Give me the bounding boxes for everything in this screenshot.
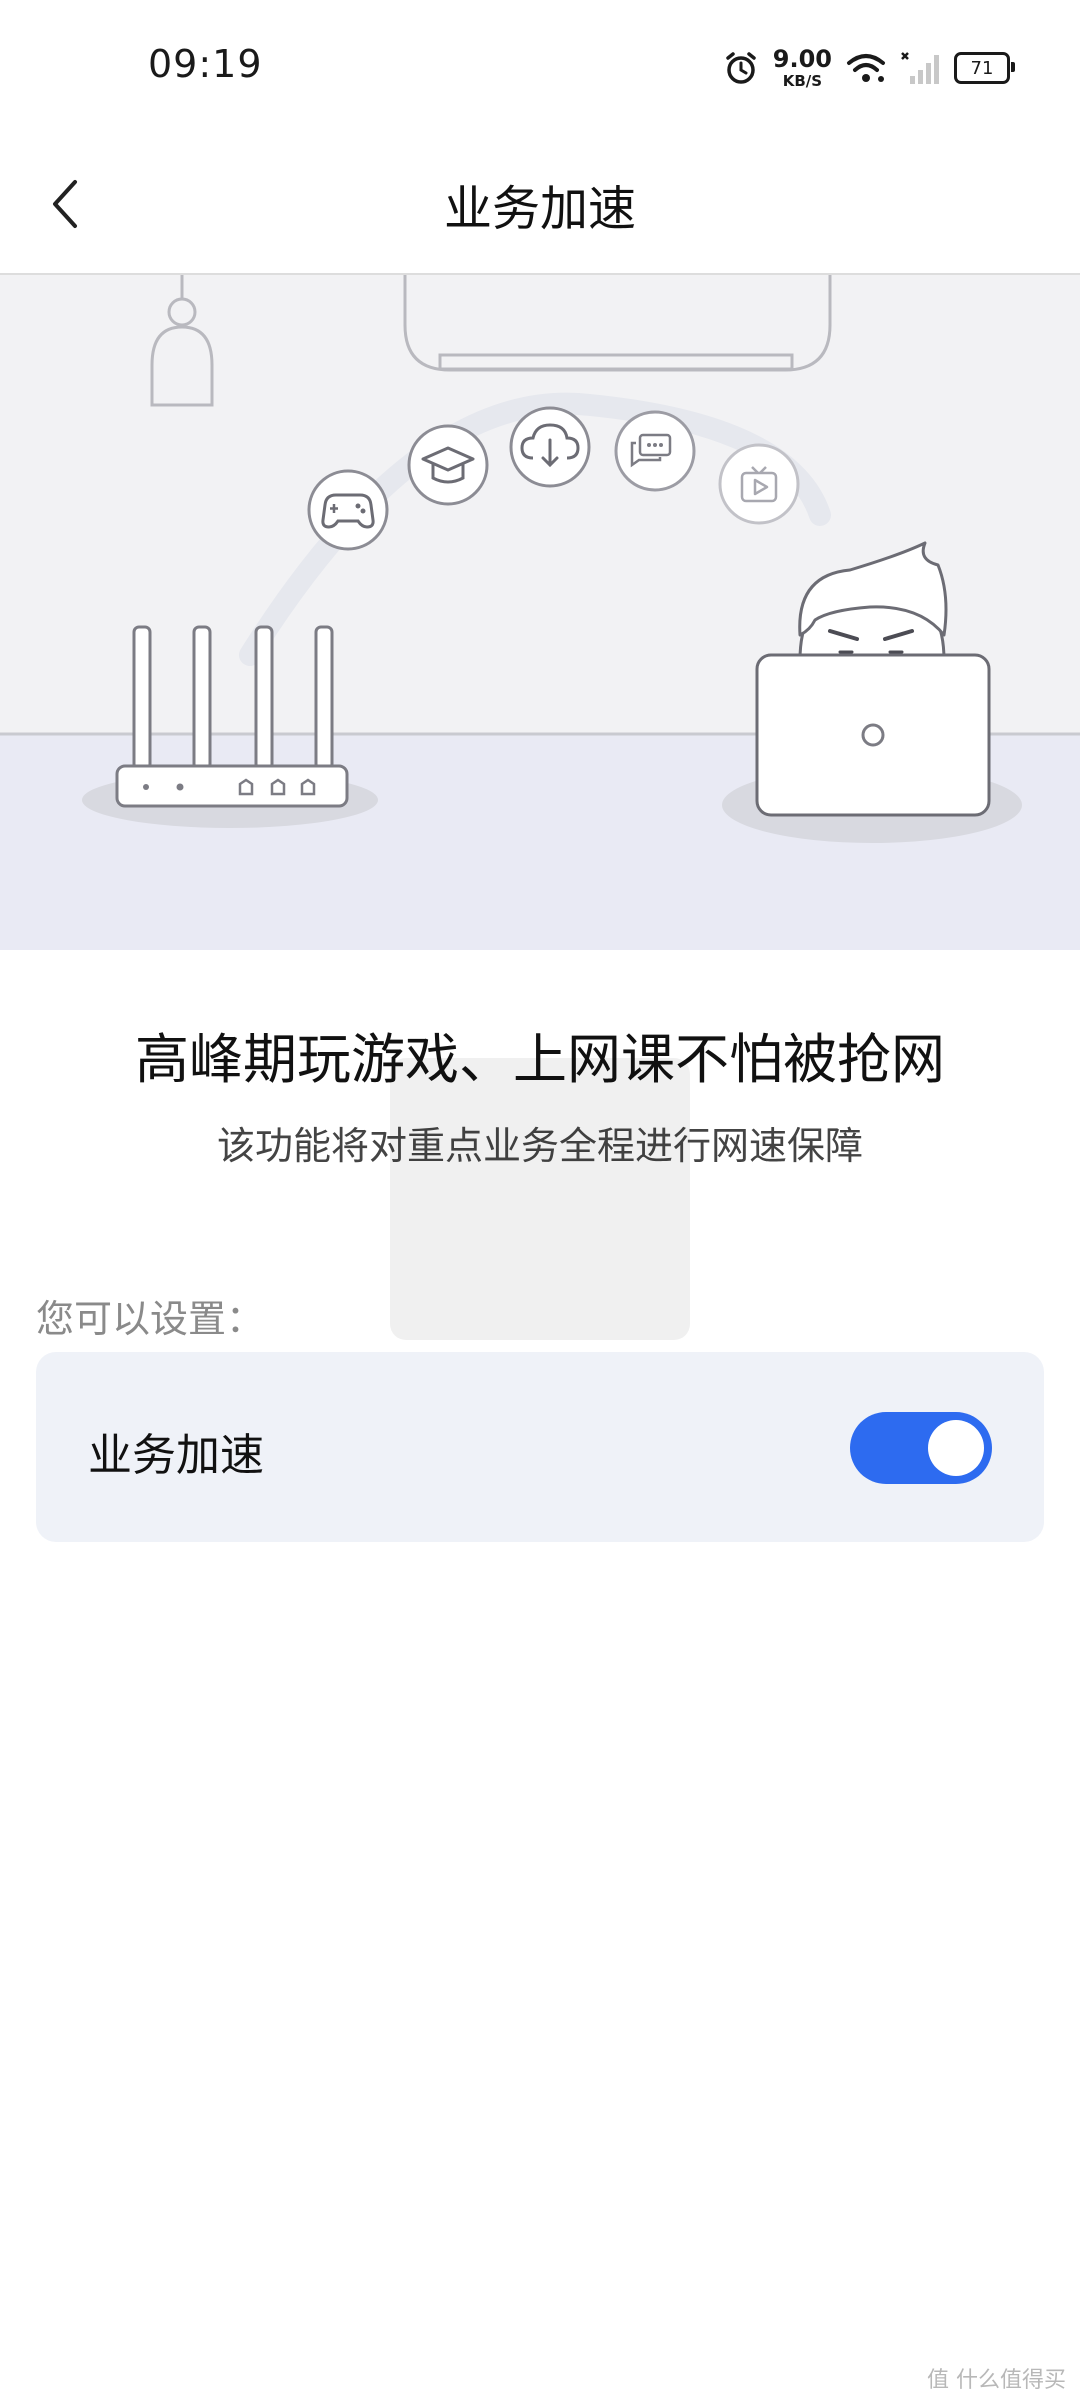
battery-icon: 71: [954, 52, 1015, 84]
page-title: 业务加速: [443, 181, 636, 237]
network-speed: 9.00 KB/S: [773, 47, 832, 89]
app-header: 业务加速: [0, 135, 1080, 273]
watermark: 值 什么值得买: [927, 2368, 1066, 2393]
cloud-download-icon: [509, 406, 591, 488]
hero-illustration: [0, 275, 1080, 950]
business-acceleration-toggle[interactable]: [850, 1412, 992, 1484]
graduation-cap-icon: [407, 424, 489, 506]
toggle-knob: [928, 1420, 984, 1476]
network-speed-value: 9.00: [772, 45, 832, 73]
hero-scene: [0, 275, 1080, 950]
section-label: 您可以设置：: [36, 1297, 265, 1341]
setting-row-business-acceleration[interactable]: 业务加速: [36, 1352, 1044, 1542]
network-speed-unit: KB/S: [782, 72, 823, 90]
game-controller-icon: [307, 469, 389, 551]
status-time: 09:19: [148, 42, 263, 86]
status-icons: 9.00 KB/S 71: [723, 40, 1015, 96]
chat-icon: [614, 410, 696, 492]
wifi-icon: [847, 54, 885, 82]
loading-overlay: [390, 1058, 690, 1340]
setting-label: 业务加速: [88, 1430, 264, 1481]
status-bar: 09:19 9.00 KB/S 71: [0, 0, 1080, 135]
battery-level: 71: [970, 57, 994, 79]
alarm-icon: [726, 52, 756, 84]
video-icon: [718, 443, 800, 525]
cellular-signal-icon: [901, 52, 939, 84]
